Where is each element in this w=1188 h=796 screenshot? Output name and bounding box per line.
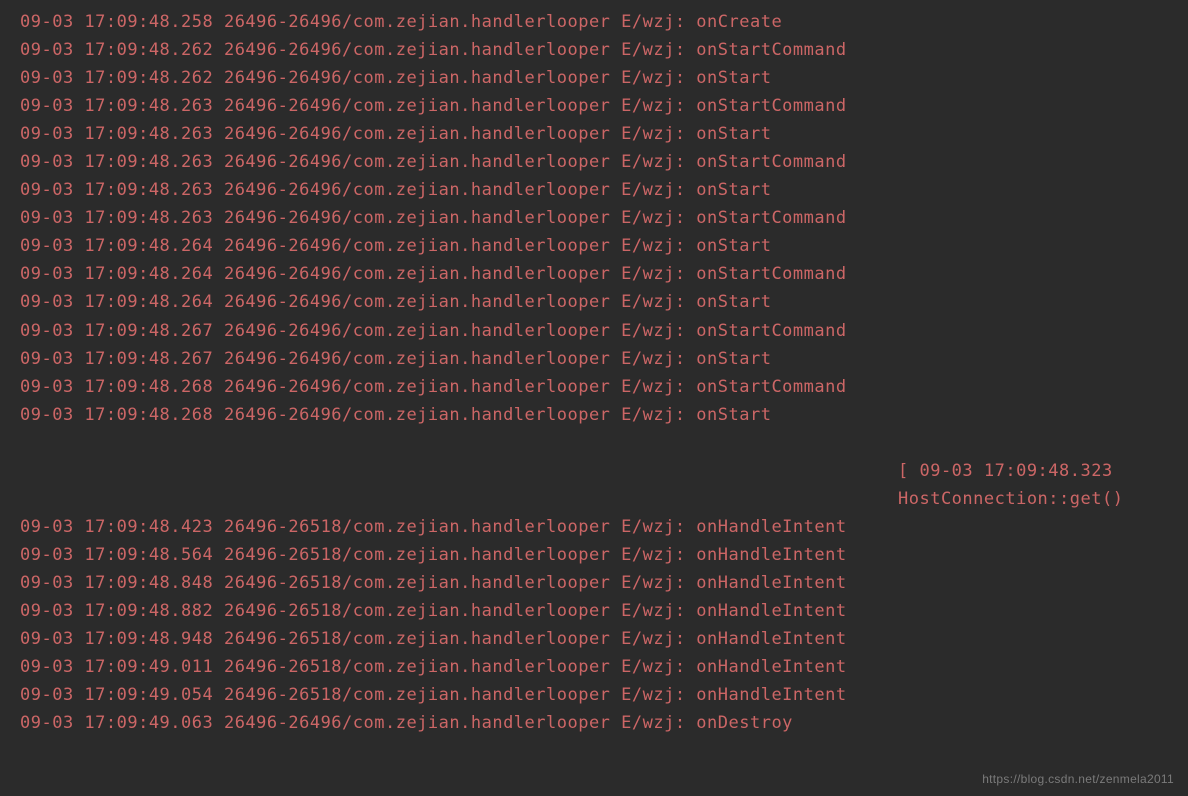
log-line[interactable]: 09-03 17:09:48.263 26496-26496/com.zejia… <box>0 204 1188 232</box>
log-line[interactable]: 09-03 17:09:48.848 26496-26518/com.zejia… <box>0 569 1188 597</box>
log-line[interactable]: 09-03 17:09:48.268 26496-26496/com.zejia… <box>0 401 1188 429</box>
log-line[interactable]: 09-03 17:09:48.267 26496-26496/com.zejia… <box>0 317 1188 345</box>
log-line[interactable]: 09-03 17:09:49.063 26496-26496/com.zejia… <box>0 709 1188 737</box>
log-line[interactable]: 09-03 17:09:49.011 26496-26518/com.zejia… <box>0 653 1188 681</box>
blank-line <box>0 429 1188 457</box>
log-line[interactable]: 09-03 17:09:48.263 26496-26496/com.zejia… <box>0 148 1188 176</box>
log-line[interactable]: 09-03 17:09:48.564 26496-26518/com.zejia… <box>0 541 1188 569</box>
log-line[interactable]: 09-03 17:09:48.264 26496-26496/com.zejia… <box>0 260 1188 288</box>
log-line[interactable]: 09-03 17:09:48.262 26496-26496/com.zejia… <box>0 64 1188 92</box>
watermark-text: https://blog.csdn.net/zenmela2011 <box>982 770 1174 790</box>
log-line[interactable]: 09-03 17:09:48.882 26496-26518/com.zejia… <box>0 597 1188 625</box>
log-line[interactable]: 09-03 17:09:48.268 26496-26496/com.zejia… <box>0 373 1188 401</box>
log-line[interactable]: 09-03 17:09:48.267 26496-26496/com.zejia… <box>0 345 1188 373</box>
log-line-partial[interactable]: [ 09-03 17:09:48.323 <box>0 457 1188 485</box>
log-line[interactable]: 09-03 17:09:48.948 26496-26518/com.zejia… <box>0 625 1188 653</box>
log-line[interactable]: 09-03 17:09:48.263 26496-26496/com.zejia… <box>0 120 1188 148</box>
log-output-container[interactable]: 09-03 17:09:48.258 26496-26496/com.zejia… <box>0 8 1188 737</box>
log-line[interactable]: 09-03 17:09:48.263 26496-26496/com.zejia… <box>0 176 1188 204</box>
log-line[interactable]: 09-03 17:09:48.262 26496-26496/com.zejia… <box>0 36 1188 64</box>
log-line[interactable]: 09-03 17:09:49.054 26496-26518/com.zejia… <box>0 681 1188 709</box>
log-line[interactable]: 09-03 17:09:48.423 26496-26518/com.zejia… <box>0 513 1188 541</box>
log-line[interactable]: 09-03 17:09:48.263 26496-26496/com.zejia… <box>0 92 1188 120</box>
log-line-partial[interactable]: HostConnection::get() <box>0 485 1188 513</box>
log-line[interactable]: 09-03 17:09:48.264 26496-26496/com.zejia… <box>0 232 1188 260</box>
log-line[interactable]: 09-03 17:09:48.258 26496-26496/com.zejia… <box>0 8 1188 36</box>
log-line[interactable]: 09-03 17:09:48.264 26496-26496/com.zejia… <box>0 288 1188 316</box>
